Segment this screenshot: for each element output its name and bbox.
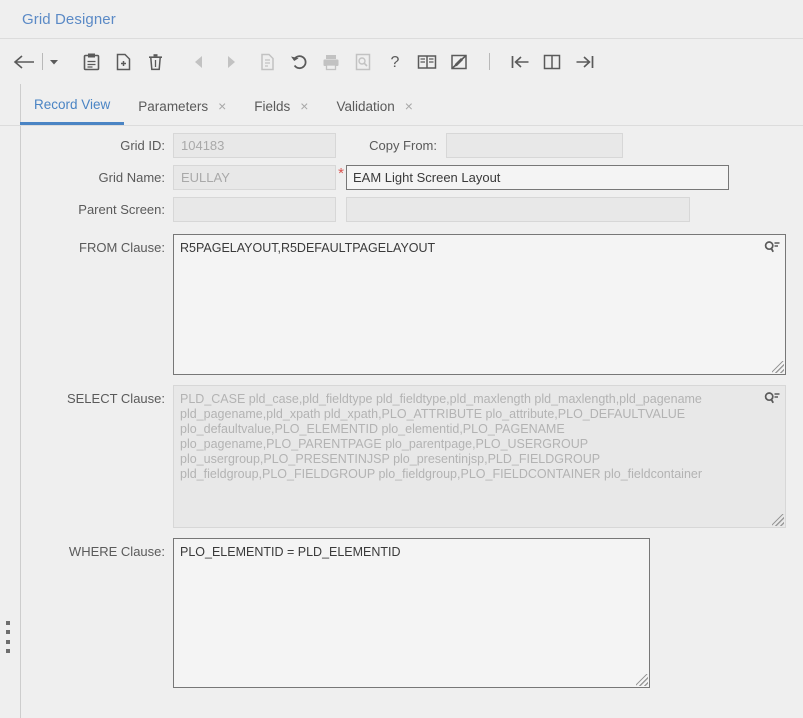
parent-screen-input[interactable]: [173, 197, 336, 222]
where-clause-wrapper: PLO_ELEMENTID = PLD_ELEMENTID: [173, 538, 650, 688]
next-record-icon[interactable]: [215, 47, 247, 77]
copy-record-icon[interactable]: [251, 47, 283, 77]
title-bar: Grid Designer: [0, 0, 803, 39]
tab-close-icon[interactable]: ×: [300, 99, 308, 113]
required-marker: *: [338, 165, 344, 182]
lookup-search-icon[interactable]: [762, 238, 782, 256]
form-row-where-clause: WHERE Clause: PLO_ELEMENTID = PLD_ELEMEN…: [21, 538, 803, 688]
parent-screen-description-input[interactable]: [346, 197, 690, 222]
grid-id-input[interactable]: 104183: [173, 133, 336, 158]
tab-close-icon[interactable]: ×: [405, 99, 413, 113]
print-icon[interactable]: [315, 47, 347, 77]
collapse-right-icon[interactable]: [568, 47, 600, 77]
form-row-from-clause: FROM Clause: R5PAGELAYOUT,R5DEFAULTPAGEL…: [21, 234, 803, 375]
main-toolbar: ?: [0, 39, 803, 84]
tab-fields[interactable]: Fields ×: [240, 87, 322, 125]
toolbar-separator-2: [489, 53, 490, 70]
panel-left-divider: [20, 126, 21, 718]
grid-name-input[interactable]: EULLAY: [173, 165, 336, 190]
select-clause-resize-handle[interactable]: [772, 514, 784, 526]
split-view-icon[interactable]: [536, 47, 568, 77]
tab-record-view[interactable]: Record View: [20, 87, 125, 125]
no-edit-icon[interactable]: [443, 47, 475, 77]
tab-label: Record View: [34, 97, 111, 112]
grid-name-label: Grid Name:: [98, 170, 165, 185]
record-view-panel: Grid ID: 104183 Copy From: Grid Name: EU…: [0, 126, 803, 718]
inspect-icon[interactable]: [347, 47, 379, 77]
panel-drag-handle[interactable]: [4, 621, 11, 653]
collapse-left-icon[interactable]: [504, 47, 536, 77]
help-icon[interactable]: ?: [379, 47, 411, 77]
select-clause-label: SELECT Clause:: [66, 391, 165, 406]
parent-screen-label: Parent Screen:: [78, 202, 165, 217]
save-icon[interactable]: [75, 47, 107, 77]
tab-validation[interactable]: Validation ×: [322, 87, 426, 125]
grid-id-label: Grid ID:: [120, 138, 165, 153]
tab-label: Fields: [254, 98, 291, 114]
from-clause-wrapper: R5PAGELAYOUT,R5DEFAULTPAGELAYOUT: [173, 234, 786, 375]
form-row-grid-name: Grid Name: EULLAY * EAM Light Screen Lay…: [21, 165, 803, 190]
undo-icon[interactable]: [283, 47, 315, 77]
dropdown-caret-icon[interactable]: [45, 47, 63, 77]
lookup-search-icon[interactable]: [762, 389, 782, 407]
new-record-icon[interactable]: [107, 47, 139, 77]
previous-record-icon[interactable]: [183, 47, 215, 77]
tab-label: Parameters: [138, 98, 209, 114]
grid-designer-form: Grid ID: 104183 Copy From: Grid Name: EU…: [0, 126, 803, 688]
where-clause-label: WHERE Clause:: [68, 544, 165, 559]
copy-from-label: Copy From:: [369, 138, 437, 153]
back-arrow-icon[interactable]: [8, 47, 40, 77]
delete-icon[interactable]: [139, 47, 171, 77]
select-clause-textarea[interactable]: PLD_CASE pld_case,pld_fieldtype pld_fiel…: [173, 385, 786, 528]
select-clause-wrapper: PLD_CASE pld_case,pld_fieldtype pld_fiel…: [173, 385, 786, 528]
copy-from-input[interactable]: [446, 133, 623, 158]
book-icon[interactable]: [411, 47, 443, 77]
from-clause-resize-handle[interactable]: [772, 361, 784, 373]
svg-text:?: ?: [391, 54, 400, 71]
where-clause-textarea[interactable]: PLO_ELEMENTID = PLD_ELEMENTID: [173, 538, 650, 688]
page-title: Grid Designer: [22, 10, 116, 28]
toolbar-separator: [42, 53, 43, 70]
tab-parameters[interactable]: Parameters ×: [124, 87, 240, 125]
form-row-grid-id: Grid ID: 104183 Copy From:: [21, 133, 803, 158]
where-clause-resize-handle[interactable]: [636, 674, 648, 686]
grid-description-input[interactable]: EAM Light Screen Layout: [346, 165, 729, 190]
tab-label: Validation: [336, 98, 395, 114]
tab-bar: Record View Parameters × Fields × Valida…: [0, 84, 803, 126]
from-clause-textarea[interactable]: R5PAGELAYOUT,R5DEFAULTPAGELAYOUT: [173, 234, 786, 375]
form-row-parent-screen: Parent Screen:: [21, 197, 803, 222]
tab-close-icon[interactable]: ×: [218, 99, 226, 113]
form-row-select-clause: SELECT Clause: PLD_CASE pld_case,pld_fie…: [21, 385, 803, 528]
from-clause-label: FROM Clause:: [79, 240, 165, 255]
